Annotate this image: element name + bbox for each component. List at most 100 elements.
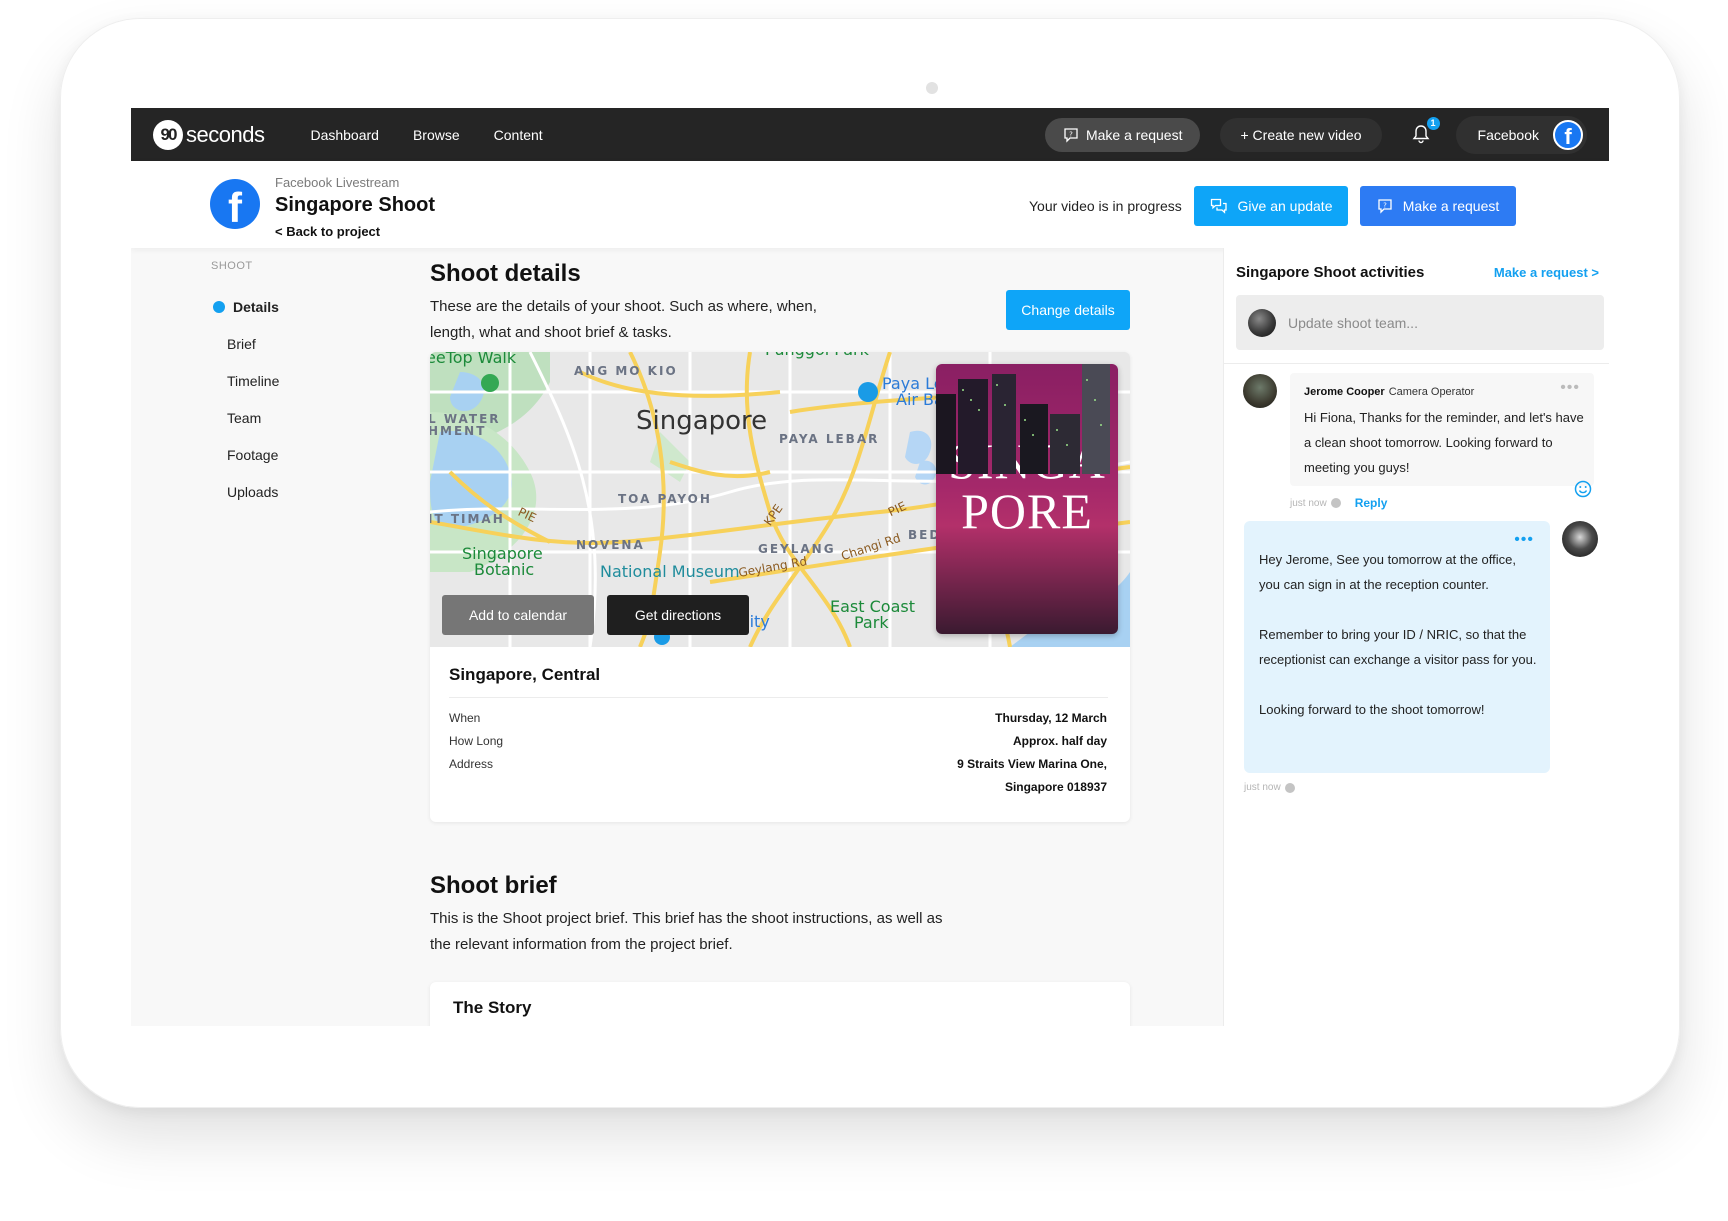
own-message-bubble: ••• Hey Jerome, See you tomorrow at the … xyxy=(1244,521,1550,773)
author-role: Camera Operator xyxy=(1388,386,1475,398)
map-label-treetop: eeTop Walk xyxy=(430,352,517,367)
sidebar-item-uploads[interactable]: Uploads xyxy=(211,473,279,510)
message-meta: just now Reply xyxy=(1290,496,1387,510)
shoot-details-title: Shoot details xyxy=(430,260,581,287)
map-label-singapore: Singapore xyxy=(636,406,768,436)
map-label-geylang: GEYLANG xyxy=(758,542,836,556)
activity-make-request-link[interactable]: Make a request > xyxy=(1494,265,1599,280)
nav-content[interactable]: Content xyxy=(494,127,543,143)
notification-count-badge: 1 xyxy=(1426,116,1440,130)
facebook-logo-icon: f xyxy=(210,179,260,229)
map-label-national-museum: National Museum xyxy=(600,562,740,581)
location-map[interactable]: eeTop Walk ANG MO KIO Punggol Park Paya … xyxy=(430,352,1130,647)
message-bubble: Jerome Cooper Camera Operator ••• Hi Fion… xyxy=(1290,373,1594,486)
get-directions-button[interactable]: Get directions xyxy=(607,595,749,635)
logo[interactable]: 90 seconds xyxy=(153,119,265,150)
detail-value-address: 9 Straits View Marina One, Singapore 018… xyxy=(957,753,1107,799)
back-to-project-link[interactable]: < Back to project xyxy=(275,224,380,239)
message-text: Hi Fiona, Thanks for the reminder, and l… xyxy=(1304,410,1584,475)
map-label-novena: NOVENA xyxy=(576,538,645,552)
update-team-field[interactable] xyxy=(1236,295,1604,350)
activity-title: Singapore Shoot activities xyxy=(1236,264,1425,281)
update-team-input[interactable] xyxy=(1288,314,1568,331)
location-card: eeTop Walk ANG MO KIO Punggol Park Paya … xyxy=(430,352,1130,822)
add-to-calendar-button[interactable]: Add to calendar xyxy=(442,595,594,635)
shoot-brief-section: Shoot brief This is the Shoot project br… xyxy=(430,872,1130,1026)
navbar-actions: ? Make a request + Create new video 1 Fa… xyxy=(1044,115,1587,154)
message-paragraph: Hey Jerome, See you tomorrow at the offi… xyxy=(1259,552,1516,592)
message-time: just now xyxy=(1290,497,1327,509)
sidebar-item-label: Details xyxy=(233,298,279,315)
globe-icon xyxy=(1284,782,1295,793)
more-options-icon[interactable]: ••• xyxy=(1560,380,1580,396)
facebook-icon: f xyxy=(1553,119,1583,150)
detail-label: When xyxy=(449,711,481,725)
video-status-text: Your video is in progress xyxy=(1029,198,1182,214)
message-paragraph: Remember to bring your ID / NRIC, so tha… xyxy=(1259,627,1537,667)
detail-label: How Long xyxy=(449,734,504,748)
question-bubble-icon: ? xyxy=(1378,199,1392,214)
singapore-poster-image: SINGA PORE xyxy=(936,364,1118,634)
shoot-sidebar: SHOOT Details Brief Timeline Team Footag… xyxy=(211,260,279,510)
detail-row-how-long: How Long Approx. half day xyxy=(449,730,1107,753)
project-title: Singapore Shoot xyxy=(275,194,435,216)
reply-link[interactable]: Reply xyxy=(1355,496,1388,510)
detail-value: Thursday, 12 March xyxy=(995,711,1107,725)
project-header: f Facebook Livestream Singapore Shoot < … xyxy=(131,161,1609,248)
story-card: The Story xyxy=(430,982,1130,1026)
shoot-details-description: These are the details of your shoot. Suc… xyxy=(430,298,817,341)
sidebar-section-title: SHOOT xyxy=(211,260,253,272)
more-options-icon[interactable]: ••• xyxy=(1514,532,1534,548)
sidebar-item-footage[interactable]: Footage xyxy=(211,436,279,473)
app-screen: 90 seconds Dashboard Browse Content ? Ma… xyxy=(131,108,1609,1026)
main-content: Shoot details These are the details of y… xyxy=(430,260,1130,1026)
map-label-hment: HMENT xyxy=(430,424,487,438)
logo-text: seconds xyxy=(186,121,265,147)
emoji-reaction-icon[interactable] xyxy=(1574,480,1592,498)
change-details-button[interactable]: Change details xyxy=(1006,290,1130,330)
poster-line-2: PORE xyxy=(961,483,1093,539)
account-switcher[interactable]: Facebook f xyxy=(1455,115,1587,154)
location-divider xyxy=(449,697,1108,698)
active-dot-icon xyxy=(213,300,225,313)
globe-icon xyxy=(1330,498,1341,508)
address-line-1: 9 Straits View Marina One, xyxy=(957,757,1107,771)
give-update-label: Give an update xyxy=(1237,198,1333,214)
chat-bubbles-icon xyxy=(1210,198,1227,214)
activity-divider xyxy=(1224,363,1609,364)
notifications-button[interactable]: 1 xyxy=(1412,116,1440,146)
map-label-timah: IT TIMAH xyxy=(430,512,505,526)
message-text: Hey Jerome, See you tomorrow at the offi… xyxy=(1259,547,1539,747)
map-label-botanic-2: Botanic xyxy=(474,560,535,579)
jerome-avatar[interactable] xyxy=(1243,374,1277,408)
detail-row-when: When Thursday, 12 March xyxy=(449,707,1107,730)
make-request-button[interactable]: ? Make a request xyxy=(1360,186,1516,226)
map-label-east-coast-park: Park xyxy=(854,613,889,632)
shoot-brief-title: Shoot brief xyxy=(430,872,557,899)
author-name: Jerome Cooper xyxy=(1304,386,1385,398)
logo-badge: 90 xyxy=(153,119,183,150)
skyline-graphic xyxy=(936,364,1110,474)
nav-browse[interactable]: Browse xyxy=(413,127,460,143)
nav-dashboard[interactable]: Dashboard xyxy=(310,127,379,143)
question-bubble-icon: ? xyxy=(1064,127,1078,143)
sidebar-item-brief[interactable]: Brief xyxy=(211,325,279,362)
message-paragraph: Looking forward to the shoot tomorrow! xyxy=(1259,702,1485,717)
current-user-avatar xyxy=(1248,308,1276,337)
message-author: Jerome Cooper Camera Operator xyxy=(1304,386,1474,398)
message-meta: just now xyxy=(1244,782,1295,793)
nav-make-request-button[interactable]: ? Make a request xyxy=(1044,117,1201,152)
map-label-paya-lebar: PAYA LEBAR xyxy=(779,432,880,446)
account-label: Facebook xyxy=(1477,126,1539,143)
give-update-button[interactable]: Give an update xyxy=(1194,186,1348,226)
svg-text:?: ? xyxy=(1383,202,1387,210)
sidebar-item-team[interactable]: Team xyxy=(211,399,279,436)
map-label-punggol: Punggol Park xyxy=(765,352,869,359)
fiona-avatar[interactable] xyxy=(1562,521,1598,557)
sidebar-item-timeline[interactable]: Timeline xyxy=(211,362,279,399)
location-title: Singapore, Central xyxy=(449,665,601,684)
create-new-video-button[interactable]: + Create new video xyxy=(1220,117,1382,152)
sidebar-item-details[interactable]: Details xyxy=(211,288,279,325)
project-subtitle: Facebook Livestream xyxy=(275,175,400,190)
detail-row-address: Address 9 Straits View Marina One, Singa… xyxy=(449,753,1107,799)
